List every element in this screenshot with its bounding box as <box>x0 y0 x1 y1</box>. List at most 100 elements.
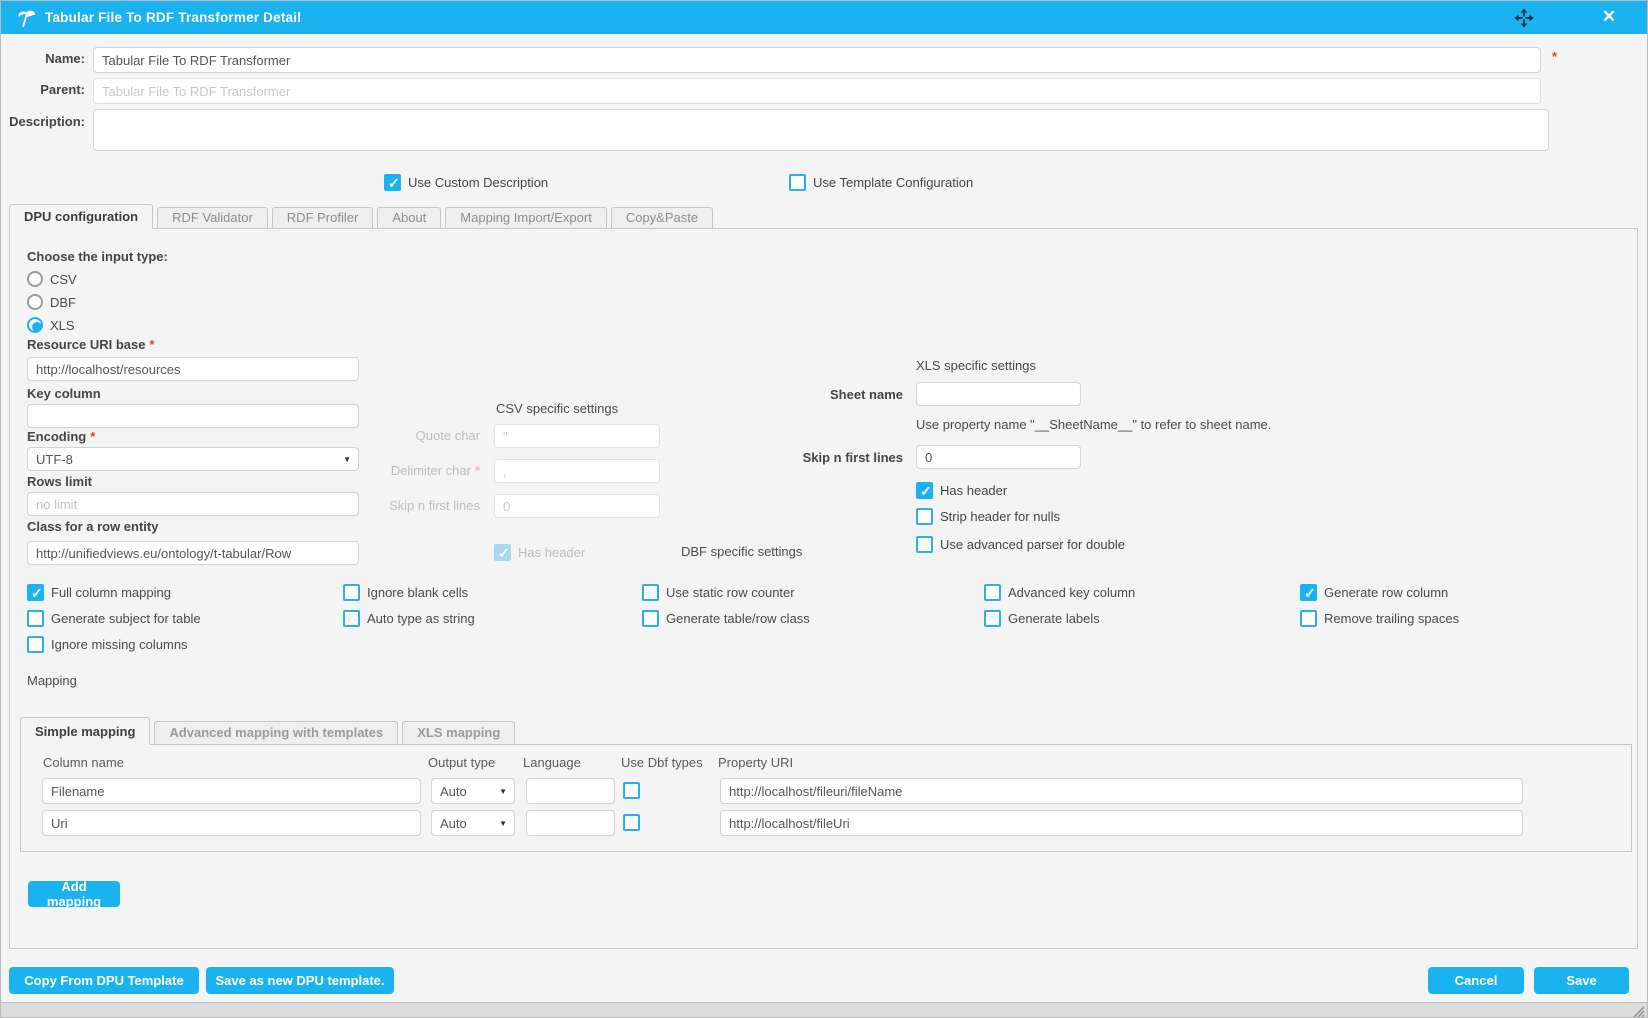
resource-uri-base-input[interactable] <box>27 357 359 381</box>
mapping-section-label: Mapping <box>27 673 77 688</box>
xls-radio[interactable] <box>27 317 43 333</box>
mapping-row-property-uri-input[interactable] <box>720 778 1523 804</box>
dpu-configuration-panel: Choose the input type: CSV DBF XLS Resou… <box>9 228 1638 949</box>
xls-skip-lines-input[interactable] <box>916 445 1081 469</box>
full-column-mapping-checkbox[interactable] <box>27 584 44 601</box>
auto-type-string-option[interactable]: Auto type as string <box>343 609 475 627</box>
mapping-row-property-uri-input[interactable] <box>720 810 1523 836</box>
quote-char-input <box>494 424 660 448</box>
simple-mapping-panel: Column name Output type Language Use Dbf… <box>20 744 1632 852</box>
remove-trailing-spaces-label: Remove trailing spaces <box>1324 611 1459 626</box>
encoding-select[interactable]: UTF-8 <box>27 447 359 471</box>
rows-limit-input[interactable] <box>27 492 359 516</box>
table-row-class-checkbox[interactable] <box>642 610 659 627</box>
strip-header-checkbox[interactable] <box>916 508 933 525</box>
advanced-parser-checkbox[interactable] <box>916 536 933 553</box>
tab-mapping-import-export[interactable]: Mapping Import/Export <box>445 207 607 228</box>
mapping-row-language-input[interactable] <box>526 778 615 804</box>
xls-has-header-option[interactable]: Has header <box>916 481 1007 499</box>
csv-skip-lines-label: Skip n first lines <box>350 498 480 513</box>
input-type-option-dbf[interactable]: DBF <box>27 292 76 312</box>
delimiter-char-label: Delimiter char* <box>340 463 480 478</box>
transformer-icon <box>15 7 37 29</box>
advanced-parser-option[interactable]: Use advanced parser for double <box>916 535 1125 553</box>
add-mapping-button[interactable]: Add mapping <box>28 881 120 907</box>
input-type-option-xls[interactable]: XLS <box>27 315 75 335</box>
tab-xls-mapping[interactable]: XLS mapping <box>402 721 515 744</box>
tab-rdf-profiler[interactable]: RDF Profiler <box>272 207 374 228</box>
status-bar <box>1 1002 1647 1018</box>
static-row-counter-option[interactable]: Use static row counter <box>642 583 810 601</box>
dbf-radio[interactable] <box>27 294 43 310</box>
generate-subject-checkbox[interactable] <box>27 610 44 627</box>
generate-row-column-label: Generate row column <box>1324 585 1448 600</box>
name-input[interactable] <box>93 47 1541 73</box>
mapping-row-use-dbf-checkbox[interactable] <box>623 782 640 799</box>
generate-row-column-option[interactable]: Generate row column <box>1300 583 1459 601</box>
ignore-missing-columns-option[interactable]: Ignore missing columns <box>27 635 201 653</box>
remove-trailing-spaces-option[interactable]: Remove trailing spaces <box>1300 609 1459 627</box>
mapping-row-column-name-input[interactable] <box>42 810 421 836</box>
encoding-select-value: UTF-8 <box>36 452 73 467</box>
use-template-configuration-option[interactable]: Use Template Configuration <box>789 173 973 191</box>
dbf-radio-label: DBF <box>50 295 76 310</box>
generate-labels-option[interactable]: Generate labels <box>984 609 1135 627</box>
key-column-label: Key column <box>27 386 101 401</box>
generate-labels-checkbox[interactable] <box>984 610 1001 627</box>
remove-trailing-spaces-checkbox[interactable] <box>1300 610 1317 627</box>
static-row-counter-checkbox[interactable] <box>642 584 659 601</box>
generate-subject-option[interactable]: Generate subject for table <box>27 609 201 627</box>
row-class-input[interactable] <box>27 541 359 565</box>
tab-copy-paste[interactable]: Copy&Paste <box>611 207 713 228</box>
advanced-key-column-option[interactable]: Advanced key column <box>984 583 1135 601</box>
key-column-input[interactable] <box>27 404 359 428</box>
advanced-key-column-checkbox[interactable] <box>984 584 1001 601</box>
sheet-name-label: Sheet name <box>780 387 903 402</box>
use-custom-description-option[interactable]: Use Custom Description <box>384 173 548 191</box>
mapping-row-column-name-input[interactable] <box>42 778 421 804</box>
use-template-configuration-checkbox[interactable] <box>789 174 806 191</box>
full-column-mapping-option[interactable]: Full column mapping <box>27 583 201 601</box>
tab-about[interactable]: About <box>377 207 441 228</box>
move-icon[interactable] <box>1513 7 1535 29</box>
generate-row-column-checkbox[interactable] <box>1300 584 1317 601</box>
save-as-new-dpu-template-button[interactable]: Save as new DPU template. <box>206 967 394 994</box>
copy-from-dpu-template-button[interactable]: Copy From DPU Template <box>9 967 199 994</box>
auto-type-string-checkbox[interactable] <box>343 610 360 627</box>
ignore-missing-columns-label: Ignore missing columns <box>51 637 188 652</box>
options-column-1: Full column mapping Generate subject for… <box>27 583 201 661</box>
csv-radio-label: CSV <box>50 272 77 287</box>
tab-simple-mapping[interactable]: Simple mapping <box>20 717 150 745</box>
save-button[interactable]: Save <box>1534 967 1629 994</box>
dialog-title: Tabular File To RDF Transformer Detail <box>45 10 301 25</box>
use-template-configuration-label: Use Template Configuration <box>813 175 973 190</box>
input-type-option-csv[interactable]: CSV <box>27 269 77 289</box>
csv-skip-lines-input <box>494 494 660 518</box>
mapping-row-output-type-select[interactable]: Auto <box>431 810 515 836</box>
mapping-row-output-type-select[interactable]: Auto <box>431 778 515 804</box>
close-icon[interactable]: ✕ <box>1597 5 1621 29</box>
strip-header-option[interactable]: Strip header for nulls <box>916 507 1060 525</box>
use-custom-description-checkbox[interactable] <box>384 174 401 191</box>
sheet-name-input[interactable] <box>916 382 1081 406</box>
csv-radio[interactable] <box>27 271 43 287</box>
dpu-detail-dialog: Tabular File To RDF Transformer Detail ✕… <box>0 0 1648 1018</box>
csv-has-header-label: Has header <box>518 545 585 560</box>
description-textarea[interactable] <box>93 109 1549 151</box>
ignore-missing-columns-checkbox[interactable] <box>27 636 44 653</box>
mapping-row-use-dbf-checkbox[interactable] <box>623 814 640 831</box>
col-header-use-dbf-types: Use Dbf types <box>621 755 703 770</box>
csv-settings-title: CSV specific settings <box>496 401 618 416</box>
resource-uri-base-label: Resource URI base* <box>27 337 155 352</box>
mapping-row-language-input[interactable] <box>526 810 615 836</box>
cancel-button[interactable]: Cancel <box>1428 967 1524 994</box>
table-row-class-option[interactable]: Generate table/row class <box>642 609 810 627</box>
resize-grip-icon[interactable] <box>1631 1004 1645 1018</box>
tab-rdf-validator[interactable]: RDF Validator <box>157 207 268 228</box>
strip-header-label: Strip header for nulls <box>940 509 1060 524</box>
xls-has-header-checkbox[interactable] <box>916 482 933 499</box>
ignore-blank-cells-checkbox[interactable] <box>343 584 360 601</box>
tab-dpu-configuration[interactable]: DPU configuration <box>9 204 153 229</box>
ignore-blank-cells-option[interactable]: Ignore blank cells <box>343 583 475 601</box>
tab-advanced-mapping[interactable]: Advanced mapping with templates <box>154 721 398 744</box>
